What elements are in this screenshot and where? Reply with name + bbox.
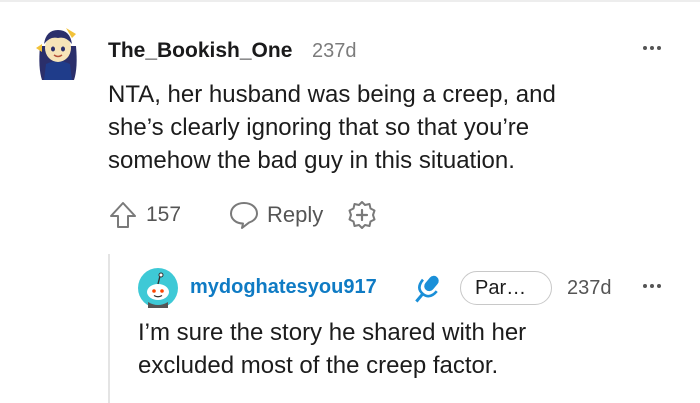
comment-author[interactable]: The_Bookish_One (108, 39, 292, 63)
top-divider (0, 0, 700, 2)
more-options-icon[interactable] (636, 36, 668, 60)
upvote-arrow-icon[interactable] (106, 198, 140, 232)
microphone-icon[interactable] (406, 270, 446, 310)
speech-bubble-icon (227, 198, 261, 232)
comment-body: NTA, her husband was being a creep, and … (108, 78, 668, 177)
comment-timestamp: 237d (312, 40, 357, 62)
reply-body-line: excluded most of the creep factor. (138, 352, 499, 379)
reply-button[interactable]: Reply (227, 198, 323, 232)
award-plus-icon[interactable] (345, 198, 379, 232)
more-options-icon[interactable] (636, 274, 668, 298)
vote-count: 157 (146, 203, 182, 226)
reply-author[interactable]: mydoghatesyou917 (190, 276, 377, 299)
comment-body-line: she’s clearly ignoring that so that you’… (108, 114, 530, 141)
comment-body-line: NTA, her husband was being a creep, and (108, 81, 556, 108)
reply-timestamp: 237d (567, 277, 612, 299)
reply-body: I’m sure the story he shared with her ex… (138, 316, 678, 382)
comment-body-line: somehow the bad guy in this situation. (108, 147, 515, 174)
reply-body-line: I’m sure the story he shared with her (138, 319, 527, 346)
reply-label: Reply (267, 202, 324, 227)
thread-line[interactable] (108, 254, 110, 403)
anime-avatar-icon[interactable] (32, 24, 84, 82)
user-flair[interactable]: Par… (460, 271, 552, 305)
snoo-avatar-icon[interactable] (138, 268, 178, 308)
comment-actions: 157 Reply (106, 198, 379, 232)
